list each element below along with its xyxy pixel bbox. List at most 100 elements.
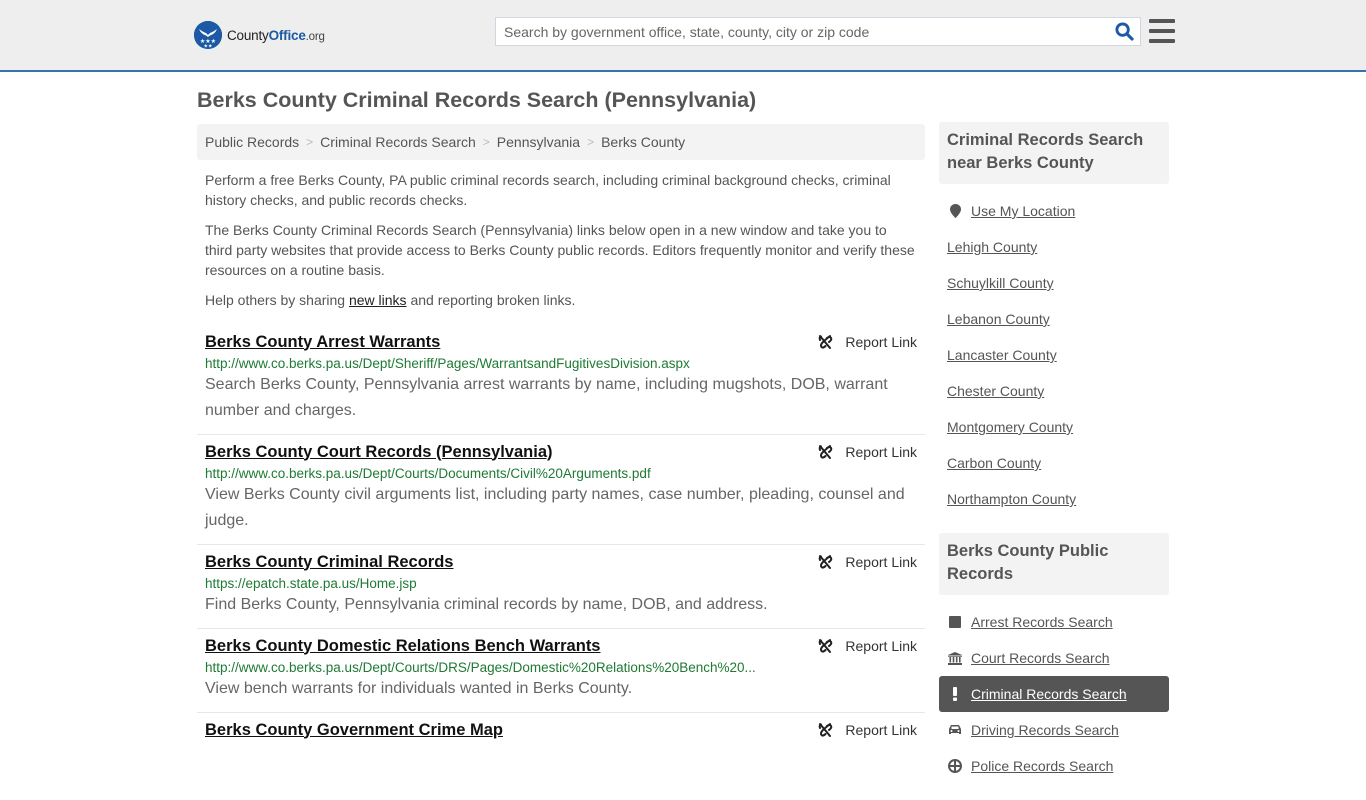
report-link-label: Report Link (845, 554, 917, 570)
search-icon (1114, 22, 1134, 41)
menu-bar-icon (1149, 29, 1175, 33)
broken-link-icon (819, 723, 833, 737)
search-input[interactable] (496, 18, 1108, 45)
nearby-county-link[interactable]: Northampton County (947, 491, 1076, 507)
breadcrumb-separator: > (587, 135, 595, 149)
result-title-link[interactable]: Berks County Arrest Warrants (205, 333, 440, 352)
nearby-county-item[interactable]: Lehigh County (939, 229, 1169, 265)
breadcrumb-berks-county[interactable]: Berks County (601, 134, 685, 150)
sidebar-item-driving-records[interactable]: Driving Records Search (939, 712, 1169, 748)
sidebar-link[interactable]: Court Records Search (971, 650, 1110, 666)
main-content: Public Records > Criminal Records Search… (197, 124, 925, 751)
map-marker-icon (947, 204, 963, 218)
report-link-label: Report Link (845, 638, 917, 654)
result-description: Search Berks County, Pennsylvania arrest… (205, 376, 888, 419)
intro-paragraph: Perform a free Berks County, PA public c… (205, 172, 891, 208)
result-item: Berks County Domestic Relations Bench Wa… (197, 629, 925, 713)
search-button[interactable] (1108, 18, 1140, 45)
nearby-county-item[interactable]: Montgomery County (939, 409, 1169, 445)
result-description: View Berks County civil arguments list, … (205, 486, 905, 529)
result-description: View bench warrants for individuals want… (205, 680, 633, 697)
nearby-county-item[interactable]: Carbon County (939, 445, 1169, 481)
broken-link-icon (819, 555, 833, 569)
report-link-button[interactable]: Report Link (817, 722, 917, 738)
result-item: Berks County Arrest Warrants Report Link… (197, 325, 925, 435)
site-logo[interactable]: ★★★ ★★ CountyOffice.org (194, 21, 325, 49)
square-icon (947, 616, 963, 628)
search-box (495, 17, 1141, 46)
new-links-link[interactable]: new links (349, 292, 407, 308)
logo-text-tld: .org (305, 30, 325, 43)
use-my-location-item[interactable]: Use My Location (939, 193, 1169, 229)
nearby-county-link[interactable]: Chester County (947, 383, 1044, 399)
result-title-link[interactable]: Berks County Court Records (Pennsylvania… (205, 443, 553, 462)
report-link-button[interactable]: Report Link (817, 638, 917, 654)
broken-link-icon (819, 335, 833, 349)
sidebar-item-criminal-records[interactable]: Criminal Records Search (939, 676, 1169, 712)
site-header: ★★★ ★★ CountyOffice.org (0, 0, 1366, 72)
nearby-county-item[interactable]: Lebanon County (939, 301, 1169, 337)
result-title-link[interactable]: Berks County Government Crime Map (205, 721, 503, 740)
broken-link-icon (819, 639, 833, 653)
result-url: http://www.co.berks.pa.us/Dept/Courts/DR… (205, 660, 756, 675)
results-list: Berks County Arrest Warrants Report Link… (197, 325, 925, 751)
nearby-list: Use My Location Lehigh County Schuylkill… (939, 193, 1169, 517)
share-text: and reporting broken links. (406, 292, 576, 308)
broken-link-icon (819, 445, 833, 459)
report-link-label: Report Link (845, 722, 917, 738)
result-url: http://www.co.berks.pa.us/Dept/Sheriff/P… (205, 356, 690, 371)
breadcrumb-public-records[interactable]: Public Records (205, 134, 299, 150)
report-link-label: Report Link (845, 334, 917, 350)
sidebar-link[interactable]: Criminal Records Search (971, 686, 1127, 702)
nearby-county-link[interactable]: Lancaster County (947, 347, 1057, 363)
nearby-heading: Criminal Records Search near Berks Count… (939, 122, 1169, 184)
result-item: Berks County Government Crime Map Report… (197, 713, 925, 751)
report-link-label: Report Link (845, 444, 917, 460)
menu-bar-icon (1149, 19, 1175, 23)
sidebar-item-arrest-records[interactable]: Arrest Records Search (939, 604, 1169, 640)
car-icon (947, 724, 963, 736)
nearby-county-item[interactable]: Northampton County (939, 481, 1169, 517)
logo-text-office: Office (268, 27, 306, 43)
public-records-heading: Berks County Public Records (939, 533, 1169, 595)
page-title: Berks County Criminal Records Search (Pe… (197, 88, 757, 112)
sidebar-link[interactable]: Arrest Records Search (971, 614, 1113, 630)
use-my-location-link[interactable]: Use My Location (971, 203, 1075, 219)
sidebar-item-police-records[interactable]: Police Records Search (939, 748, 1169, 784)
police-badge-icon (947, 759, 963, 773)
hamburger-menu-button[interactable] (1149, 19, 1175, 43)
sidebar-link[interactable]: Driving Records Search (971, 722, 1119, 738)
breadcrumb-separator: > (306, 135, 314, 149)
exclamation-icon (947, 687, 963, 701)
intro-paragraph-share: Help others by sharing new links and rep… (205, 290, 917, 310)
report-link-button[interactable]: Report Link (817, 554, 917, 570)
report-link-button[interactable]: Report Link (817, 444, 917, 460)
logo-text-county: County (227, 27, 269, 43)
nearby-county-item[interactable]: Schuylkill County (939, 265, 1169, 301)
nearby-county-link[interactable]: Schuylkill County (947, 275, 1054, 291)
nearby-county-link[interactable]: Lehigh County (947, 239, 1037, 255)
nearby-county-link[interactable]: Lebanon County (947, 311, 1050, 327)
nearby-county-item[interactable]: Chester County (939, 373, 1169, 409)
result-item: Berks County Criminal Records Report Lin… (197, 545, 925, 629)
eagle-logo-icon: ★★★ ★★ (194, 21, 222, 49)
result-description: Find Berks County, Pennsylvania criminal… (205, 596, 768, 613)
result-url: https://epatch.state.pa.us/Home.jsp (205, 576, 417, 591)
nearby-county-link[interactable]: Carbon County (947, 455, 1041, 471)
intro-text: Perform a free Berks County, PA public c… (197, 170, 925, 310)
result-title-link[interactable]: Berks County Domestic Relations Bench Wa… (205, 637, 600, 656)
breadcrumb-criminal-records-search[interactable]: Criminal Records Search (320, 134, 476, 150)
sidebar-item-court-records[interactable]: Court Records Search (939, 640, 1169, 676)
intro-paragraph: The Berks County Criminal Records Search… (205, 222, 915, 278)
nearby-county-link[interactable]: Montgomery County (947, 419, 1073, 435)
breadcrumb-pennsylvania[interactable]: Pennsylvania (497, 134, 580, 150)
breadcrumb: Public Records > Criminal Records Search… (197, 124, 925, 160)
result-item: Berks County Court Records (Pennsylvania… (197, 435, 925, 545)
report-link-button[interactable]: Report Link (817, 334, 917, 350)
sidebar-link[interactable]: Police Records Search (971, 758, 1113, 774)
svg-text:★★: ★★ (204, 44, 213, 50)
breadcrumb-separator: > (482, 135, 490, 149)
nearby-county-item[interactable]: Lancaster County (939, 337, 1169, 373)
result-url: http://www.co.berks.pa.us/Dept/Courts/Do… (205, 466, 651, 481)
result-title-link[interactable]: Berks County Criminal Records (205, 553, 453, 572)
